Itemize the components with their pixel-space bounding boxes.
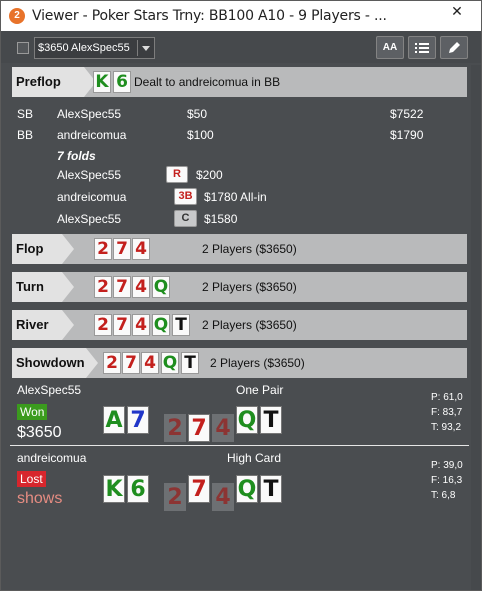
blind-player: AlexSpec55 xyxy=(57,107,122,121)
board-card: 7 xyxy=(113,276,131,298)
font-size-icon: AA xyxy=(382,42,398,53)
action-player: AlexSpec55 xyxy=(57,212,122,226)
stat-f: F: 83,7 xyxy=(431,407,463,418)
board-card: 7 xyxy=(122,352,140,374)
hero-card-2: 6 xyxy=(113,71,131,93)
showdown-player: andreicomua xyxy=(17,451,87,465)
action-amount: $200 xyxy=(196,168,223,182)
blind-amount: $100 xyxy=(187,128,214,142)
stat-p: P: 61,0 xyxy=(431,392,463,403)
blind-position: BB xyxy=(17,128,34,142)
board-card: Q xyxy=(152,276,170,298)
call-badge: C xyxy=(174,210,197,227)
board-card: 7 xyxy=(113,238,131,260)
board-card-used: T xyxy=(260,406,282,434)
river-bar: River 2 7 4 Q T 2 Players ($3650) xyxy=(12,310,467,340)
showdown-player: AlexSpec55 xyxy=(17,383,82,397)
action-amount: $1780 All-in xyxy=(204,190,267,204)
board-card: 4 xyxy=(141,352,159,374)
app-icon: 2 xyxy=(9,8,25,24)
player-select-value: $3650 AlexSpec55 xyxy=(38,42,130,54)
hand-name: One Pair xyxy=(236,383,284,397)
font-size-button[interactable]: AA xyxy=(376,36,404,59)
river-tag: River xyxy=(12,310,74,340)
shows-text: shows xyxy=(17,490,63,507)
board-card-unused: 2 xyxy=(164,483,186,511)
action-amount: $1580 xyxy=(204,212,238,226)
hand-name: High Card xyxy=(227,451,282,465)
street-info: 2 Players ($3650) xyxy=(202,318,297,332)
board-card: 2 xyxy=(94,276,112,298)
stat-t: T: 6,8 xyxy=(431,490,456,501)
close-icon: ✕ xyxy=(451,3,463,19)
board-card: 7 xyxy=(113,314,131,336)
edit-icon xyxy=(449,42,460,53)
hole-card: A xyxy=(103,406,125,434)
blind-position: SB xyxy=(17,107,34,121)
board-card: 2 xyxy=(94,238,112,260)
showdown-tag: Showdown xyxy=(12,348,98,378)
action-player: AlexSpec55 xyxy=(57,168,122,182)
board-card: Q xyxy=(161,352,179,374)
street-info: 2 Players ($3650) xyxy=(210,356,305,370)
board-card: 4 xyxy=(132,238,150,260)
hero-card-1: K xyxy=(93,71,111,93)
flop-bar: Flop 2 7 4 2 Players ($3650) xyxy=(12,234,467,264)
title-bar: 2 Viewer - Poker Stars Trny: BB100 A10 -… xyxy=(1,1,481,31)
won-amount: $3650 xyxy=(17,424,62,441)
showdown-bar: Showdown 2 7 4 Q T 2 Players ($3650) xyxy=(12,348,467,378)
board-card: 2 xyxy=(94,314,112,336)
board-card-unused: 4 xyxy=(212,483,234,511)
chevron-down-icon xyxy=(142,46,150,51)
board-card: 4 xyxy=(132,276,150,298)
board-card: T xyxy=(172,314,190,336)
scrollbar[interactable] xyxy=(471,65,481,590)
board-card-used: 7 xyxy=(188,414,210,442)
dealt-text: Dealt to andreicomua in BB xyxy=(134,75,281,89)
select-checkbox[interactable] xyxy=(17,42,29,54)
close-button[interactable]: ✕ xyxy=(434,1,480,22)
blind-stack: $7522 xyxy=(390,107,424,121)
list-icon xyxy=(415,43,429,53)
blind-stack: $1790 xyxy=(390,128,424,142)
hole-card: K xyxy=(103,475,125,503)
player-divider xyxy=(10,445,469,446)
board-card: 2 xyxy=(103,352,121,374)
street-info: 2 Players ($3650) xyxy=(202,280,297,294)
player-select[interactable]: $3650 AlexSpec55 xyxy=(34,37,155,59)
board-card-unused: 2 xyxy=(164,414,186,442)
won-badge: Won xyxy=(17,404,48,420)
board-card-used: 7 xyxy=(188,475,210,503)
select-separator xyxy=(137,40,138,56)
board-card: T xyxy=(181,352,199,374)
board-card-used: T xyxy=(260,475,282,503)
turn-tag: Turn xyxy=(12,272,74,302)
blind-player: andreicomua xyxy=(57,128,127,142)
action-player: andreicomua xyxy=(57,190,127,204)
folds-text: 7 folds xyxy=(57,149,96,163)
hole-card: 7 xyxy=(127,406,149,434)
list-view-button[interactable] xyxy=(408,36,436,59)
turn-bar: Turn 2 7 4 Q 2 Players ($3650) xyxy=(12,272,467,302)
three-bet-badge: 3B xyxy=(174,188,197,205)
stat-f: F: 16,3 xyxy=(431,475,463,486)
preflop-tag: Preflop xyxy=(12,67,96,97)
board-card-used: Q xyxy=(236,475,258,503)
board-card-used: Q xyxy=(236,406,258,434)
preflop-bar: Preflop K 6 Dealt to andreicomua in BB xyxy=(12,67,467,97)
blind-amount: $50 xyxy=(187,107,208,121)
stat-t: T: 93,2 xyxy=(431,422,462,433)
raise-badge: R xyxy=(166,166,188,183)
board-card-unused: 4 xyxy=(212,414,234,442)
flop-tag: Flop xyxy=(12,234,74,264)
viewer-window: 2 Viewer - Poker Stars Trny: BB100 A10 -… xyxy=(0,0,482,591)
board-card: 4 xyxy=(132,314,150,336)
board-card: Q xyxy=(152,314,170,336)
stat-p: P: 39,0 xyxy=(431,460,463,471)
window-title: Viewer - Poker Stars Trny: BB100 A10 - 9… xyxy=(32,8,387,24)
edit-button[interactable] xyxy=(440,36,468,59)
street-info: 2 Players ($3650) xyxy=(202,242,297,256)
hole-card: 6 xyxy=(127,475,149,503)
lost-badge: Lost xyxy=(17,471,46,487)
